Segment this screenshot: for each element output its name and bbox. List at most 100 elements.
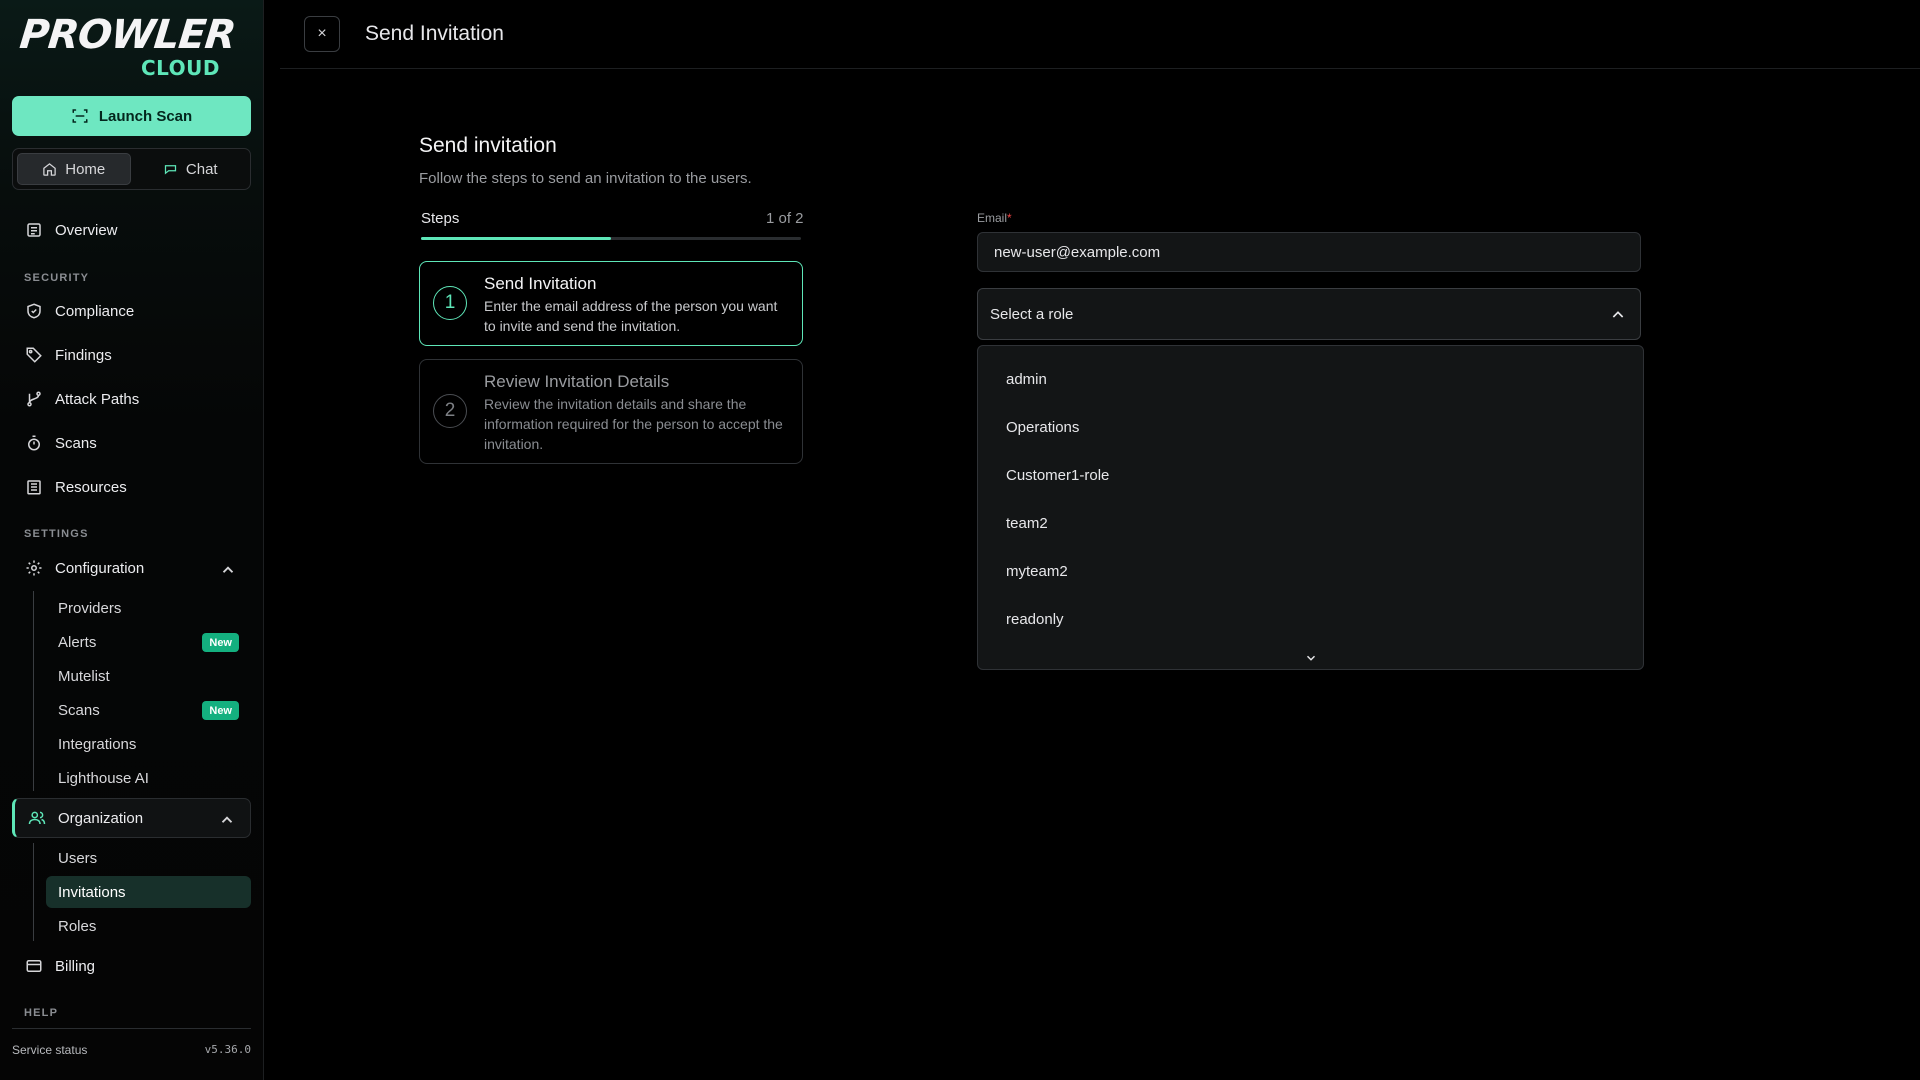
service-status-link[interactable]: Service status (12, 1043, 87, 1057)
steps-progress-fill (421, 237, 611, 240)
sidebar-item-label: Billing (55, 957, 96, 975)
sidebar-item-findings[interactable]: Findings (12, 336, 251, 374)
chevron-up-icon (1612, 311, 1624, 318)
sidebar-item-label: Organization (58, 809, 144, 827)
email-field-label: Email* (977, 211, 1012, 225)
sidebar-item-resources[interactable]: Resources (12, 468, 251, 506)
sidebar-item-scans[interactable]: Scans (12, 424, 251, 462)
step-title: Send Invitation (484, 274, 597, 293)
step-description: Enter the email address of the person yo… (484, 298, 778, 334)
help-heading: HELP (24, 1007, 59, 1019)
configuration-tree-line (33, 591, 34, 791)
scan-icon (72, 109, 88, 123)
role-option-myteam2[interactable]: myteam2 (1006, 556, 1606, 586)
organization-tree-line (33, 843, 34, 941)
step-description: Review the invitation details and share … (484, 396, 783, 452)
logo-tier: CLOUD (140, 56, 220, 80)
sidebar-item-label: Findings (55, 346, 112, 364)
credit-card-icon (26, 960, 42, 972)
sidebar-item-integrations[interactable]: Integrations (46, 728, 251, 760)
new-badge: New (202, 633, 239, 652)
email-label-text: Email (977, 211, 1008, 225)
sidebar-item-config-scans[interactable]: Scans New (46, 694, 251, 726)
app-version: v5.36.0 (204, 1043, 251, 1056)
sidebar-item-configuration[interactable]: Configuration (12, 549, 251, 587)
git-branch-icon (27, 391, 41, 407)
gear-icon (26, 560, 42, 576)
sidebar-item-label: Lighthouse AI (58, 769, 149, 787)
sidebar-item-label: Attack Paths (55, 390, 140, 408)
role-option-customer1-role[interactable]: Customer1-role (1006, 460, 1606, 490)
sidebar-item-mutelist[interactable]: Mutelist (46, 660, 251, 692)
sidebar-item-label: Scans (58, 701, 100, 719)
steps-progress-bar (421, 237, 801, 240)
sidebar-item-label: Scans (55, 434, 97, 452)
sidebar-footer: Service status v5.36.0 (12, 1028, 251, 1057)
launch-scan-button[interactable]: Launch Scan (12, 96, 251, 136)
role-dropdown-menu[interactable]: admin Operations Customer1-role team2 my… (977, 345, 1644, 670)
role-select-placeholder: Select a role (990, 305, 1074, 323)
tag-icon (26, 347, 42, 363)
scroll-down-chevron-icon[interactable] (1304, 651, 1318, 665)
step-number-badge: 1 (433, 286, 467, 320)
step-number-badge: 2 (433, 394, 467, 428)
prowler-logo[interactable]: PROWLER CLOUD (18, 12, 238, 82)
sidebar: PROWLER CLOUD Launch Scan Home Chat Over… (0, 0, 264, 1080)
segment-home-label: Home (65, 160, 106, 178)
lighthouse-chat-icon (164, 164, 177, 175)
role-option-admin[interactable]: admin (1006, 364, 1606, 394)
segment-chat-label: Chat (185, 160, 218, 178)
home-icon (43, 162, 56, 176)
sidebar-item-providers[interactable]: Providers (46, 592, 251, 624)
page-subtitle: Follow the steps to send an invitation t… (419, 170, 752, 187)
sidebar-item-label: Configuration (55, 559, 145, 577)
sidebar-item-label: Compliance (55, 302, 135, 320)
sidebar-item-organization[interactable]: Organization (12, 798, 251, 838)
sidebar-item-label: Mutelist (58, 667, 110, 685)
steps-label: Steps (421, 210, 460, 227)
sidebar-item-overview[interactable]: Overview (12, 211, 251, 249)
email-field[interactable] (977, 232, 1641, 272)
logo-wordmark: PROWLER (17, 12, 238, 58)
sidebar-item-roles[interactable]: Roles (46, 910, 251, 942)
page-title: Send invitation (419, 134, 557, 157)
shield-icon (27, 303, 41, 319)
close-button[interactable]: × (304, 16, 340, 52)
home-chat-switch: Home Chat (12, 148, 251, 190)
users-icon (28, 811, 46, 825)
sidebar-item-label: Providers (58, 599, 122, 617)
role-option-readonly[interactable]: readonly (1006, 604, 1606, 634)
sidebar-item-compliance[interactable]: Compliance (12, 292, 251, 330)
steps-counter: 1 of 2 (766, 210, 804, 227)
chevron-up-icon[interactable] (218, 811, 236, 829)
timer-icon (28, 435, 40, 451)
sidebar-item-label: Invitations (58, 883, 126, 901)
step-title: Review Invitation Details (484, 372, 670, 391)
step-card-send-invitation[interactable]: 1 Send Invitation Enter the email addres… (419, 261, 803, 346)
page-header-title: Send Invitation (365, 22, 504, 45)
sidebar-item-alerts[interactable]: Alerts New (46, 626, 251, 658)
building-icon (27, 480, 41, 495)
header-divider (280, 68, 1920, 69)
segment-home[interactable]: Home (17, 153, 131, 185)
role-option-team2[interactable]: team2 (1006, 508, 1606, 538)
settings-heading: SETTINGS (24, 528, 89, 540)
security-heading: SECURITY (24, 272, 90, 284)
sidebar-item-label: Integrations (58, 735, 137, 753)
sidebar-item-lighthouse-ai[interactable]: Lighthouse AI (46, 762, 251, 794)
sidebar-item-label: Resources (55, 478, 127, 496)
role-select[interactable]: Select a role (977, 288, 1641, 340)
sidebar-item-label: Roles (58, 917, 97, 935)
sidebar-item-billing[interactable]: Billing (12, 947, 251, 985)
sidebar-item-invitations[interactable]: Invitations (46, 876, 251, 908)
sidebar-item-users[interactable]: Users (46, 842, 251, 874)
sidebar-item-label: Users (58, 849, 98, 867)
sidebar-item-label: Overview (55, 221, 118, 239)
segment-chat[interactable]: Chat (135, 153, 247, 185)
overview-icon (27, 223, 41, 237)
required-asterisk: * (1007, 211, 1012, 225)
step-card-review-details[interactable]: 2 Review Invitation Details Review the i… (419, 359, 803, 464)
role-option-operations[interactable]: Operations (1006, 412, 1606, 442)
sidebar-item-attack-paths[interactable]: Attack Paths (12, 380, 251, 418)
chevron-up-icon[interactable] (219, 561, 237, 579)
